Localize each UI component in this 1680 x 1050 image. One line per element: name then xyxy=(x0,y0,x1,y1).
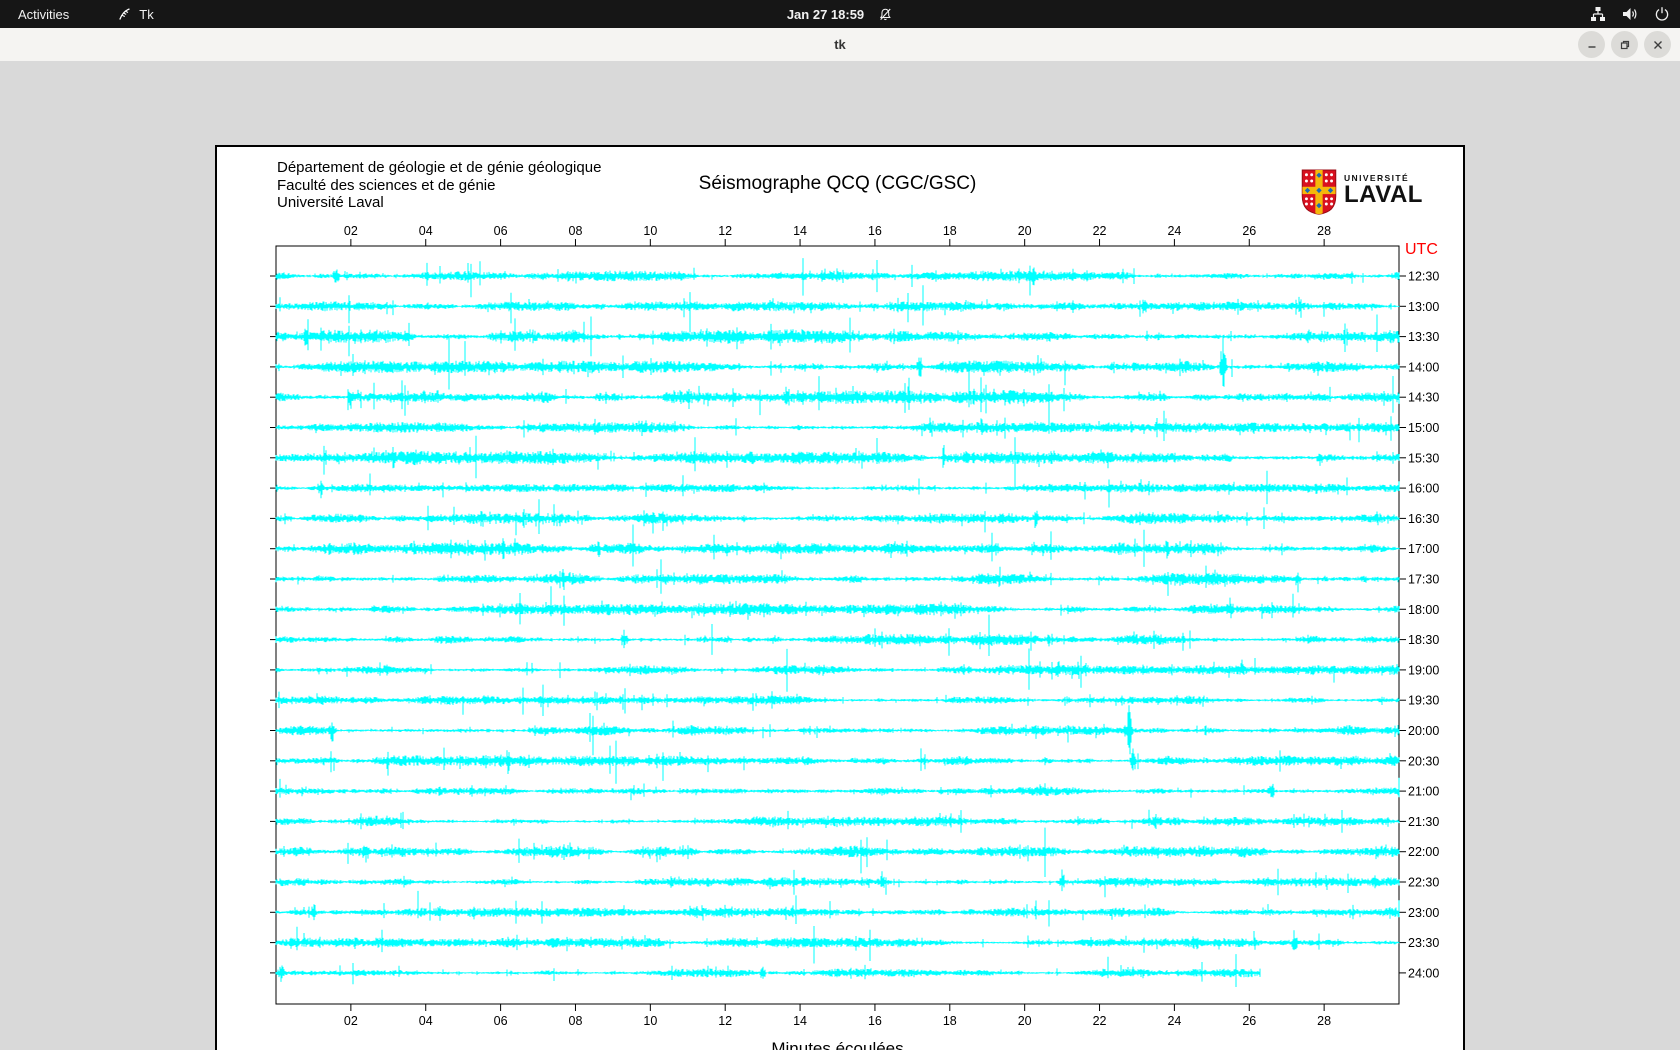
svg-text:19:00: 19:00 xyxy=(1408,663,1439,677)
svg-text:20: 20 xyxy=(1018,224,1032,238)
minimize-button[interactable] xyxy=(1578,31,1605,58)
volume-icon xyxy=(1623,8,1637,20)
svg-text:02: 02 xyxy=(344,224,358,238)
svg-text:12: 12 xyxy=(718,224,732,238)
svg-text:23:30: 23:30 xyxy=(1408,936,1439,950)
system-status-area[interactable] xyxy=(1590,0,1670,28)
minimize-icon xyxy=(1588,45,1595,48)
close-icon xyxy=(1653,40,1662,49)
svg-text:21:30: 21:30 xyxy=(1408,815,1439,829)
svg-text:17:30: 17:30 xyxy=(1408,573,1439,587)
helicorder-plot: 02 02 04 04 06 06 08 08 10 10 12 12 14 14 16 16 18 18 20 20… xyxy=(270,224,1439,1050)
svg-text:24: 24 xyxy=(1167,1014,1181,1028)
svg-text:26: 26 xyxy=(1242,224,1256,238)
svg-text:23:00: 23:00 xyxy=(1408,906,1439,920)
restore-button[interactable] xyxy=(1611,31,1638,58)
gnome-top-bar: Activities Tk Jan 27 18:59 xyxy=(0,0,1680,28)
svg-text:24: 24 xyxy=(1167,224,1181,238)
svg-text:10: 10 xyxy=(643,224,657,238)
svg-text:12: 12 xyxy=(718,1014,732,1028)
clock-label: Jan 27 18:59 xyxy=(786,6,865,22)
window-controls xyxy=(1578,31,1671,58)
svg-text:14: 14 xyxy=(793,1014,807,1028)
svg-text:15:30: 15:30 xyxy=(1408,451,1439,465)
svg-text:22: 22 xyxy=(1093,1014,1107,1028)
svg-text:22:30: 22:30 xyxy=(1408,876,1439,890)
svg-text:10: 10 xyxy=(643,1014,657,1028)
svg-text:20:00: 20:00 xyxy=(1408,724,1439,738)
activities-label: Activities xyxy=(18,6,70,22)
desktop: Activities Tk Jan 27 18:59 tk Départemen… xyxy=(0,0,1680,1050)
svg-text:19:30: 19:30 xyxy=(1408,694,1439,708)
svg-text:21:00: 21:00 xyxy=(1408,785,1439,799)
svg-text:14:30: 14:30 xyxy=(1408,391,1439,405)
power-icon xyxy=(1655,7,1669,21)
svg-text:06: 06 xyxy=(494,224,508,238)
tk-window-body: Département de géologie et de génie géol… xyxy=(0,61,1680,1050)
seismograph-canvas: Département de géologie et de génie géol… xyxy=(215,145,1465,1050)
svg-text:22:00: 22:00 xyxy=(1408,845,1439,859)
svg-text:UTC: UTC xyxy=(1405,241,1438,258)
network-wired-icon xyxy=(1591,7,1605,21)
svg-text:02: 02 xyxy=(344,1014,358,1028)
svg-text:20: 20 xyxy=(1018,1014,1032,1028)
close-button[interactable] xyxy=(1644,31,1671,58)
svg-text:17:00: 17:00 xyxy=(1408,542,1439,556)
svg-text:26: 26 xyxy=(1242,1014,1256,1028)
svg-text:28: 28 xyxy=(1317,1014,1331,1028)
svg-text:16:30: 16:30 xyxy=(1408,512,1439,526)
svg-text:13:00: 13:00 xyxy=(1408,300,1439,314)
svg-text:04: 04 xyxy=(419,224,433,238)
svg-text:22: 22 xyxy=(1093,224,1107,238)
svg-text:16:00: 16:00 xyxy=(1408,482,1439,496)
svg-text:15:00: 15:00 xyxy=(1408,421,1439,435)
svg-text:24:00: 24:00 xyxy=(1408,966,1439,980)
clock-menu[interactable]: Jan 27 18:59 xyxy=(787,0,893,28)
svg-text:08: 08 xyxy=(569,1014,583,1028)
svg-text:18:30: 18:30 xyxy=(1408,633,1439,647)
svg-text:16: 16 xyxy=(868,1014,882,1028)
svg-text:18: 18 xyxy=(943,224,957,238)
svg-text:06: 06 xyxy=(494,1014,508,1028)
svg-text:13:30: 13:30 xyxy=(1408,330,1439,344)
svg-text:08: 08 xyxy=(569,224,583,238)
svg-text:14:00: 14:00 xyxy=(1408,360,1439,374)
app-indicator[interactable]: Tk xyxy=(107,0,163,28)
restore-icon xyxy=(1620,40,1629,49)
tk-feather-icon xyxy=(119,7,131,20)
svg-text:18: 18 xyxy=(943,1014,957,1028)
svg-text:18:00: 18:00 xyxy=(1408,603,1439,617)
svg-text:20:30: 20:30 xyxy=(1408,754,1439,768)
svg-text:04: 04 xyxy=(419,1014,433,1028)
svg-text:28: 28 xyxy=(1317,224,1331,238)
activities-button[interactable]: Activities xyxy=(8,0,79,28)
window-titlebar[interactable]: tk xyxy=(0,28,1680,62)
svg-text:14: 14 xyxy=(793,224,807,238)
svg-text:12:30: 12:30 xyxy=(1408,270,1439,284)
notifications-disabled-icon xyxy=(880,8,892,20)
svg-text:16: 16 xyxy=(868,224,882,238)
window-title: tk xyxy=(834,37,846,52)
svg-text:Minutes écoulées: Minutes écoulées xyxy=(771,1039,903,1050)
app-indicator-label: Tk xyxy=(139,6,154,22)
